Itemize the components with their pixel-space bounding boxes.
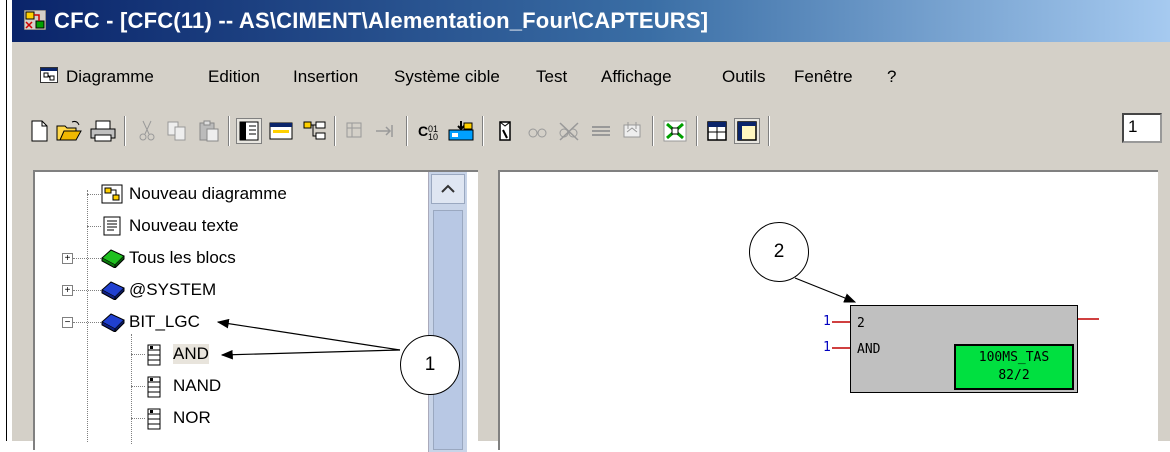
callout-2: 2 (749, 222, 809, 282)
annotation-arrows (216, 277, 857, 360)
callout-1: 1 (400, 335, 460, 395)
